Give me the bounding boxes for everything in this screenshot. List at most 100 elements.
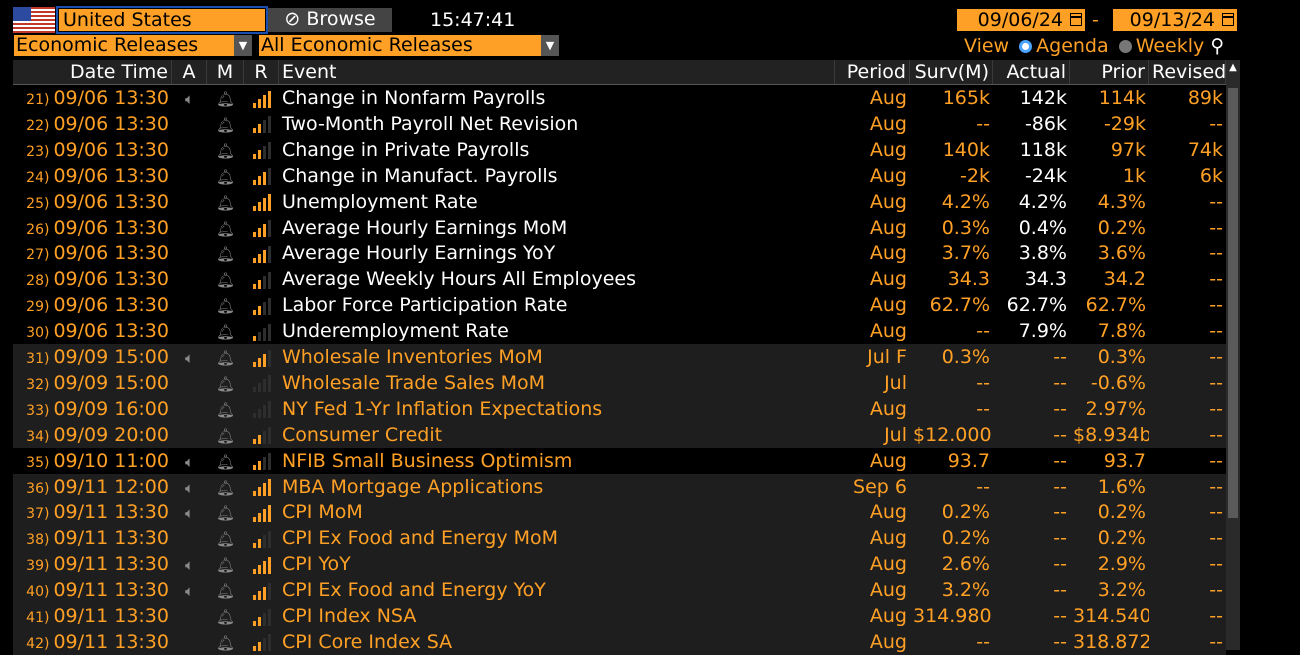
alert-cell[interactable]: 🔈︎ — [172, 551, 207, 577]
col-date-time[interactable]: Date Time — [13, 60, 172, 84]
alert-cell[interactable] — [172, 111, 207, 137]
alert-cell[interactable] — [172, 240, 207, 266]
col-period[interactable]: Period — [835, 60, 910, 84]
monitor-cell[interactable]: 🔔︎ — [207, 215, 244, 241]
speaker-icon[interactable]: 🔈︎ — [185, 582, 194, 600]
monitor-cell[interactable]: 🔔︎ — [207, 344, 244, 370]
table-row[interactable]: 38) 09/11 13:30 🔔︎ CPI Ex Food and Energy M… — [13, 525, 1226, 552]
alert-cell[interactable]: 🔈︎ — [172, 474, 207, 500]
table-row[interactable]: 34) 09/09 20:00 🔔︎ Consumer Credit Jul $12.00… — [13, 421, 1226, 448]
row-number[interactable]: 22) — [26, 118, 49, 134]
event-cell[interactable]: Average Hourly Earnings YoY — [279, 240, 835, 266]
monitor-cell[interactable]: 🔔︎ — [207, 603, 244, 629]
row-number[interactable]: 23) — [26, 144, 49, 160]
monitor-cell[interactable]: 🔔︎ — [207, 292, 244, 318]
alert-cell[interactable]: 🔈︎ — [172, 344, 207, 370]
scrollbar-thumb[interactable] — [1228, 88, 1238, 518]
country-field[interactable]: United States — [56, 6, 268, 34]
row-number[interactable]: 35) — [26, 455, 49, 471]
row-number[interactable]: 26) — [26, 222, 49, 238]
alert-cell[interactable] — [172, 215, 207, 241]
table-row[interactable]: 30) 09/06 13:30 🔔︎ Underemployment Rate Aug -… — [13, 318, 1226, 345]
col-prior[interactable]: Prior — [1070, 60, 1149, 84]
bell-icon[interactable]: 🔔︎ — [216, 116, 235, 134]
agenda-label[interactable]: Agenda — [1036, 35, 1109, 57]
monitor-cell[interactable]: 🔔︎ — [207, 577, 244, 603]
bell-icon[interactable]: 🔔︎ — [216, 530, 235, 548]
alert-cell[interactable]: 🔈︎ — [172, 85, 207, 111]
browse-button[interactable]: ⊘ Browse — [268, 8, 392, 32]
alert-cell[interactable] — [172, 370, 207, 396]
row-number[interactable]: 33) — [26, 403, 49, 419]
col-actual[interactable]: Actual — [993, 60, 1070, 84]
bell-icon[interactable]: 🔔︎ — [216, 453, 235, 471]
table-row[interactable]: 33) 09/09 16:00 🔔︎ NY Fed 1-Yr Inflation Ex… — [13, 395, 1226, 422]
monitor-cell[interactable]: 🔔︎ — [207, 525, 244, 551]
speaker-icon[interactable]: 🔈︎ — [185, 453, 194, 471]
monitor-cell[interactable]: 🔔︎ — [207, 551, 244, 577]
table-row[interactable]: 36) 09/11 12:00 🔈︎ 🔔︎ MBA Mortgage Applicati… — [13, 473, 1226, 500]
bell-icon[interactable]: 🔔︎ — [216, 375, 235, 393]
bell-icon[interactable]: 🔔︎ — [216, 556, 235, 574]
row-number[interactable]: 34) — [26, 429, 49, 445]
table-row[interactable]: 40) 09/11 13:30 🔈︎ 🔔︎ CPI Ex Food and Energy… — [13, 577, 1226, 604]
monitor-cell[interactable]: 🔔︎ — [207, 266, 244, 292]
monitor-cell[interactable]: 🔔︎ — [207, 240, 244, 266]
chevron-down-icon[interactable]: ▼ — [541, 35, 559, 56]
row-number[interactable]: 29) — [26, 299, 49, 315]
table-row[interactable]: 26) 09/06 13:30 🔔︎ Average Hourly Earnings … — [13, 214, 1226, 241]
release-type-select[interactable]: Economic Releases ▼ — [13, 34, 253, 57]
col-alert[interactable]: A — [172, 60, 207, 84]
alert-cell[interactable] — [172, 525, 207, 551]
table-row[interactable]: 21) 09/06 13:30 🔈︎ 🔔︎ Change in Nonfarm Payr… — [13, 85, 1226, 111]
event-cell[interactable]: Two-Month Payroll Net Revision — [279, 111, 835, 137]
row-number[interactable]: 30) — [26, 325, 49, 341]
table-row[interactable]: 22) 09/06 13:30 🔔︎ Two-Month Payroll Net Re… — [13, 110, 1226, 137]
row-number[interactable]: 38) — [26, 532, 49, 548]
table-row[interactable]: 29) 09/06 13:30 🔔︎ Labor Force Participatio… — [13, 292, 1226, 319]
row-number[interactable]: 27) — [26, 247, 49, 263]
col-revised[interactable]: Revised — [1149, 60, 1226, 84]
bell-icon[interactable]: 🔔︎ — [216, 142, 235, 160]
bell-icon[interactable]: 🔔︎ — [216, 271, 235, 289]
monitor-cell[interactable]: 🔔︎ — [207, 448, 244, 474]
table-row[interactable]: 32) 09/09 15:00 🔔︎ Wholesale Trade Sales Mo… — [13, 369, 1226, 396]
bell-icon[interactable]: 🔔︎ — [216, 608, 235, 626]
monitor-cell[interactable]: 🔔︎ — [207, 163, 244, 189]
table-row[interactable]: 27) 09/06 13:30 🔔︎ Average Hourly Earnings … — [13, 240, 1226, 267]
table-row[interactable]: 31) 09/09 15:00 🔈︎ 🔔︎ Wholesale Inventories … — [13, 344, 1226, 370]
col-survey[interactable]: Surv(M) — [910, 60, 993, 84]
weekly-radio[interactable] — [1118, 40, 1132, 53]
row-number[interactable]: 25) — [26, 196, 49, 212]
table-row[interactable]: 23) 09/06 13:30 🔔︎ Change in Private Payrol… — [13, 136, 1226, 163]
event-cell[interactable]: NFIB Small Business Optimism — [279, 448, 835, 474]
scroll-up-icon[interactable]: ▲ — [1226, 62, 1240, 73]
alert-cell[interactable] — [172, 189, 207, 215]
scrollbar[interactable] — [1226, 60, 1240, 650]
monitor-cell[interactable]: 🔔︎ — [207, 422, 244, 448]
monitor-cell[interactable]: 🔔︎ — [207, 137, 244, 163]
monitor-cell[interactable]: 🔔︎ — [207, 370, 244, 396]
calendar-icon[interactable] — [1070, 13, 1082, 26]
bell-icon[interactable]: 🔔︎ — [216, 634, 235, 652]
row-number[interactable]: 28) — [26, 273, 49, 289]
bell-icon[interactable]: 🔔︎ — [216, 297, 235, 315]
event-cell[interactable]: Wholesale Trade Sales MoM — [279, 370, 835, 396]
calendar-icon[interactable] — [1222, 13, 1234, 26]
event-cell[interactable]: NY Fed 1-Yr Inflation Expectations — [279, 396, 835, 422]
bell-icon[interactable]: 🔔︎ — [216, 168, 235, 186]
release-filter-select[interactable]: All Economic Releases ▼ — [258, 34, 560, 57]
monitor-cell[interactable]: 🔔︎ — [207, 396, 244, 422]
monitor-cell[interactable]: 🔔︎ — [207, 85, 244, 111]
event-cell[interactable]: Change in Manufact. Payrolls — [279, 163, 835, 189]
date-from-field[interactable]: 09/06/24 — [956, 8, 1086, 32]
alert-cell[interactable] — [172, 266, 207, 292]
alert-cell[interactable]: 🔈︎ — [172, 448, 207, 474]
bell-icon[interactable]: 🔔︎ — [216, 401, 235, 419]
event-cell[interactable]: CPI Ex Food and Energy YoY — [279, 577, 835, 603]
table-row[interactable]: 35) 09/10 11:00 🔈︎ 🔔︎ NFIB Small Business Op… — [13, 447, 1226, 474]
chevron-down-icon[interactable]: ▼ — [234, 35, 252, 56]
row-number[interactable]: 42) — [26, 636, 49, 652]
row-number[interactable]: 41) — [26, 610, 49, 626]
alert-cell[interactable] — [172, 603, 207, 629]
